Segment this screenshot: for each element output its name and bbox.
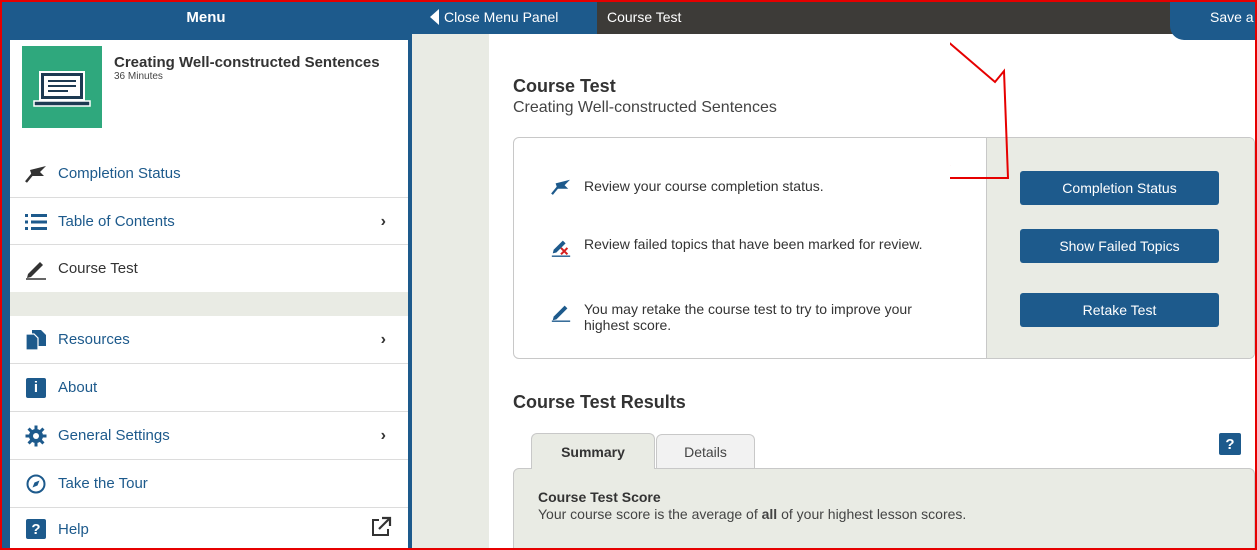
list-icon (24, 210, 48, 234)
results-help-icon[interactable]: ? (1219, 433, 1241, 455)
pencil-icon (550, 301, 572, 322)
chevron-right-icon: › (380, 426, 386, 444)
menu-header: Menu (0, 0, 412, 34)
sidebar-item-take-the-tour[interactable]: Take the Tour (10, 460, 408, 507)
sidebar-item-table-of-contents[interactable]: Table of Contents › (10, 198, 408, 245)
sidebar-item-label: About (58, 379, 98, 396)
sidebar-item-general-settings[interactable]: General Settings › (10, 412, 408, 459)
close-menu-panel-button[interactable]: Close Menu Panel (412, 0, 597, 34)
sidebar-item-resources[interactable]: Resources › (10, 316, 408, 363)
sidebar-item-label: General Settings (58, 427, 170, 444)
sidebar-item-label: Completion Status (58, 165, 181, 182)
page-subtitle: Creating Well-constructed Sentences (513, 99, 777, 116)
course-thumbnail (22, 46, 102, 128)
pencil-failed-icon (550, 236, 572, 257)
course-title: Creating Well-constructed Sentences (114, 54, 380, 71)
score-title: Course Test Score (538, 489, 661, 505)
gear-icon (24, 424, 48, 448)
chevron-right-icon: › (380, 212, 386, 230)
tab-summary[interactable]: Summary (531, 433, 655, 469)
action-row-text: Review failed topics that have been mark… (584, 236, 923, 252)
sidebar-item-course-test[interactable]: Course Test (10, 245, 408, 292)
sidebar-item-about[interactable]: i About (10, 364, 408, 411)
sidebar-item-label: Table of Contents (58, 213, 175, 230)
save-button[interactable]: Save a (1170, 0, 1257, 40)
sidebar-item-help[interactable]: ? Help (10, 508, 408, 550)
sidebar-item-label: Take the Tour (58, 475, 148, 492)
sidebar-item-label: Help (58, 520, 89, 538)
sidebar-item-completion-status[interactable]: Completion Status (10, 150, 408, 197)
course-test-actions-panel: Review your course completion status. Co… (513, 137, 1255, 359)
results-heading: Course Test Results (513, 392, 686, 412)
close-menu-panel-label: Close Menu Panel (444, 9, 559, 25)
content-gutter (412, 34, 489, 550)
annotation-arrow-icon (950, 42, 1010, 179)
pencil-icon (24, 257, 48, 281)
caret-left-icon (430, 9, 439, 25)
sidebar-item-label: Course Test (58, 260, 138, 277)
action-row-text: Review your course completion status. (584, 178, 824, 194)
help-icon: ? (24, 517, 48, 541)
sidebar-item-label: Resources (58, 331, 130, 348)
retake-test-button[interactable]: Retake Test (1020, 293, 1219, 327)
course-card: Creating Well-constructed Sentences 36 M… (10, 40, 408, 150)
chevron-right-icon: › (380, 330, 386, 348)
info-icon: i (24, 376, 48, 400)
flag-icon (24, 162, 48, 186)
results-summary-panel: Course Test Score Your course score is t… (513, 468, 1255, 550)
flag-icon (550, 178, 572, 198)
action-row-text: You may retake the course test to try to… (584, 301, 912, 333)
sidebar: Creating Well-constructed Sentences 36 M… (0, 34, 412, 550)
compass-icon (24, 472, 48, 496)
show-failed-topics-button[interactable]: Show Failed Topics (1020, 229, 1219, 263)
page-title: Course Test (513, 76, 616, 96)
documents-icon (24, 328, 48, 352)
tab-details[interactable]: Details (656, 434, 755, 468)
score-description: Your course score is the average of all … (538, 506, 967, 522)
course-duration: 36 Minutes (114, 71, 163, 82)
external-link-icon (370, 516, 392, 542)
page-title-bar: Course Test (607, 9, 682, 25)
